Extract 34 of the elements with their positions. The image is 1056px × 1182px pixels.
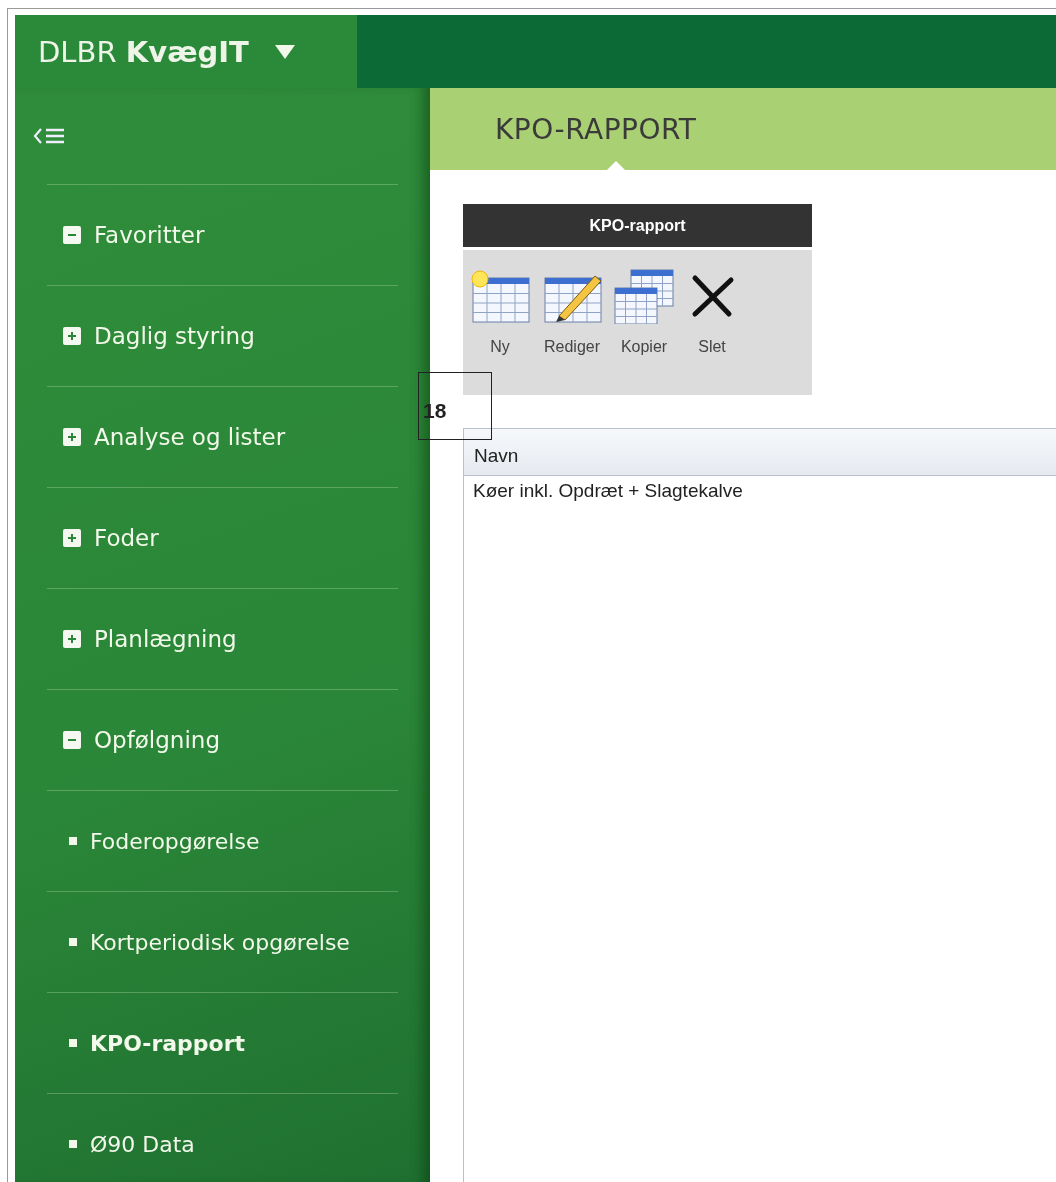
toolbar-button[interactable]: Slet [683,268,741,356]
expand-icon[interactable] [63,529,81,547]
page-title: KPO-RAPPORT [495,112,697,146]
bullet-icon [69,837,77,845]
menu-group[interactable]: Opfølgning [94,727,220,753]
toolbar-title: KPO-rapport [463,204,812,247]
expand-icon[interactable] [63,327,81,345]
dropdown-icon[interactable] [274,44,295,59]
menu-group[interactable]: Analyse og lister [94,424,286,450]
menu-link[interactable]: Ø90 Data [90,1131,195,1157]
menu-group[interactable]: Daglig styring [94,323,255,349]
toolbar-button[interactable]: Kopier [611,268,677,356]
menu-link[interactable]: Foderopgørelse [90,828,260,854]
bullet-icon [69,938,77,946]
menu-group[interactable]: Planlægning [94,626,237,652]
app-title: DLBR KvægIT [38,34,249,69]
table-cell[interactable]: Køer inkl. Opdræt + Slagtekalve [464,476,1056,502]
column-header[interactable]: Navn [464,429,1056,476]
menu-group[interactable]: Favoritter [94,222,205,248]
menu-group[interactable]: Foder [94,525,159,551]
new-table-icon [469,268,531,324]
collapse-menu-button[interactable] [33,126,67,146]
toolbar-button[interactable]: Ny [467,268,533,356]
menu-link[interactable]: Kortperiodisk opgørelse [90,929,350,955]
collapse-icon[interactable] [63,226,81,244]
toolbar-button[interactable]: Rediger [539,268,605,356]
collapse-icon[interactable] [63,731,81,749]
menu-link[interactable]: KPO-rapport [90,1030,246,1056]
copy-table-icon [613,268,675,324]
pointer-notch [606,161,626,171]
expand-icon[interactable] [63,428,81,446]
bullet-icon [69,1140,77,1148]
bullet-icon [69,1039,77,1047]
expand-icon[interactable] [63,630,81,648]
